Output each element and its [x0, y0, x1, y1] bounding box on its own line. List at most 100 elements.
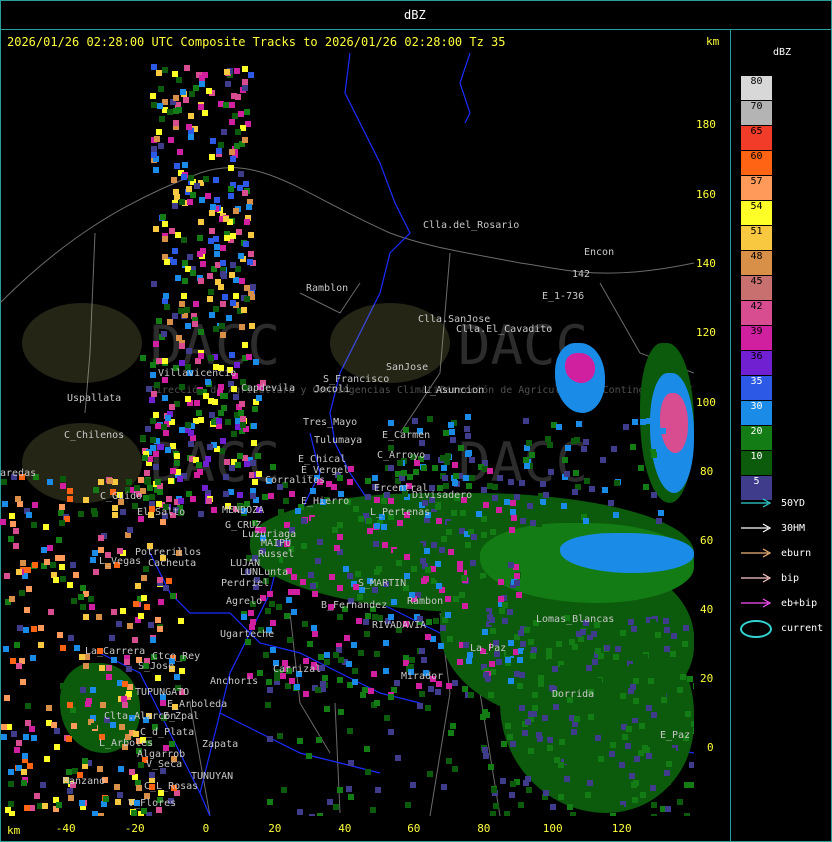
place-label: Cacheuta — [148, 558, 197, 569]
echo-cell — [256, 471, 262, 477]
echo-cell — [55, 555, 61, 561]
echo-cell — [655, 632, 661, 638]
echo-cell — [163, 430, 169, 436]
echo-cell — [8, 781, 14, 787]
echo-cell — [294, 589, 300, 595]
echo-cell — [282, 515, 288, 521]
echo-cell — [172, 203, 178, 209]
echo-cell — [26, 586, 32, 592]
echo-cell — [59, 520, 65, 526]
echo-cell — [310, 488, 316, 494]
echo-cell — [338, 709, 344, 715]
legend-title: dBZ — [773, 47, 792, 58]
echo-cell — [171, 177, 177, 183]
echo-cell — [337, 585, 343, 591]
place-label: Clta.Alarcon — [104, 711, 177, 722]
echo-cell — [190, 270, 196, 276]
echo-cell — [416, 683, 422, 689]
echo-cell — [150, 437, 156, 443]
echo-cell — [469, 457, 475, 463]
place-label: La_Paz — [470, 643, 507, 654]
echo-cell — [221, 273, 227, 279]
echo-cell — [436, 518, 442, 524]
echo-cell — [519, 705, 525, 711]
x-tick-label: 20 — [268, 822, 282, 835]
echo-cell — [267, 799, 273, 805]
echo-cell — [178, 618, 184, 624]
echo-cell — [619, 790, 625, 796]
echo-cell — [230, 156, 236, 162]
place-label: Russel — [258, 549, 295, 560]
echo-cell — [149, 397, 155, 403]
echo-cell — [223, 102, 229, 108]
track-arrow-icon — [741, 598, 772, 608]
watermark-logo — [22, 303, 142, 383]
echo-cell — [462, 603, 468, 609]
echo-cell — [374, 700, 380, 706]
echo-cell — [447, 636, 453, 642]
echo-cell — [176, 107, 182, 113]
echo-cell — [203, 461, 209, 467]
echo-cell — [156, 318, 162, 324]
echo-cell — [643, 484, 649, 490]
echo-cell — [54, 728, 60, 734]
echo-cell — [613, 654, 619, 660]
echo-cell — [600, 457, 606, 463]
echo-cell — [172, 71, 178, 77]
echo-cell — [66, 683, 72, 689]
echo-cell — [508, 640, 514, 646]
echo-cell — [693, 683, 694, 689]
echo-cell — [502, 618, 508, 624]
echo-cell — [545, 752, 551, 758]
echo-cell — [510, 500, 516, 506]
echo-cell — [160, 700, 166, 706]
echo-cell — [289, 678, 295, 684]
echo-cell — [29, 726, 35, 732]
echo-cell — [199, 81, 205, 87]
echo-cell — [93, 487, 99, 493]
echo-cell — [564, 471, 570, 477]
echo-cell — [438, 643, 444, 649]
x-tick-label: 40 — [338, 822, 352, 835]
echo-cell — [530, 653, 536, 659]
echo-cell — [143, 495, 149, 501]
echo-cell — [278, 509, 284, 515]
y-tick-label: 140 — [696, 257, 716, 270]
echo-cell — [504, 499, 510, 505]
echo-cell — [267, 591, 273, 597]
echo-cell — [151, 64, 157, 70]
echo-cell — [405, 802, 411, 808]
echo-cell — [100, 702, 106, 708]
echo-cell — [528, 748, 534, 754]
echo-cell — [664, 627, 670, 633]
echo-cell — [301, 543, 307, 549]
echo-cell — [120, 608, 126, 614]
echo-cell — [287, 637, 293, 643]
echo-cell — [542, 715, 548, 721]
echo-cell — [138, 762, 144, 768]
echo-cell — [687, 676, 693, 682]
echo-cell — [173, 95, 179, 101]
echo-cell — [440, 455, 446, 461]
echo-cell — [213, 306, 219, 312]
echo-cell — [645, 670, 651, 676]
echo-cell — [24, 805, 30, 811]
echo-cell — [646, 705, 652, 711]
radar-map[interactable]: DACC DACC Dirección de Agricultura y Con… — [0, 53, 694, 816]
echo-cell — [524, 627, 530, 633]
echo-cell — [92, 511, 98, 517]
echo-cell — [441, 784, 447, 790]
echo-cell — [564, 776, 570, 782]
place-label: Jocoli — [314, 384, 351, 395]
echo-cell — [592, 659, 598, 665]
echo-cell — [80, 604, 86, 610]
echo-cell — [548, 659, 554, 665]
echo-cell — [25, 703, 31, 709]
echo-cell — [487, 468, 493, 474]
echo-cell — [291, 609, 297, 615]
echo-cell — [677, 760, 683, 766]
place-label: B_Fernandez — [321, 600, 388, 611]
echo-cell — [407, 474, 413, 480]
echo-cell — [138, 477, 144, 483]
echo-cell — [183, 97, 189, 103]
